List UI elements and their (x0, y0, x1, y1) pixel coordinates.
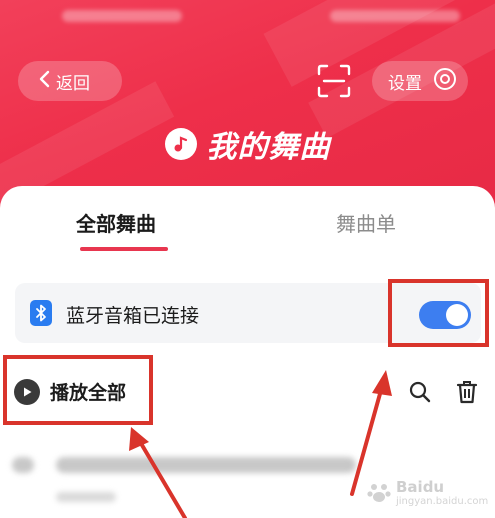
annotation-arrows (129, 370, 392, 518)
watermark-url: jingyan.baidu.com (396, 495, 489, 507)
watermark: Baidu jingyan.baidu.com (366, 472, 490, 512)
annotation-arrow-left (129, 427, 187, 518)
paw-icon (367, 484, 391, 502)
watermark-brand: Baidu (396, 477, 445, 496)
